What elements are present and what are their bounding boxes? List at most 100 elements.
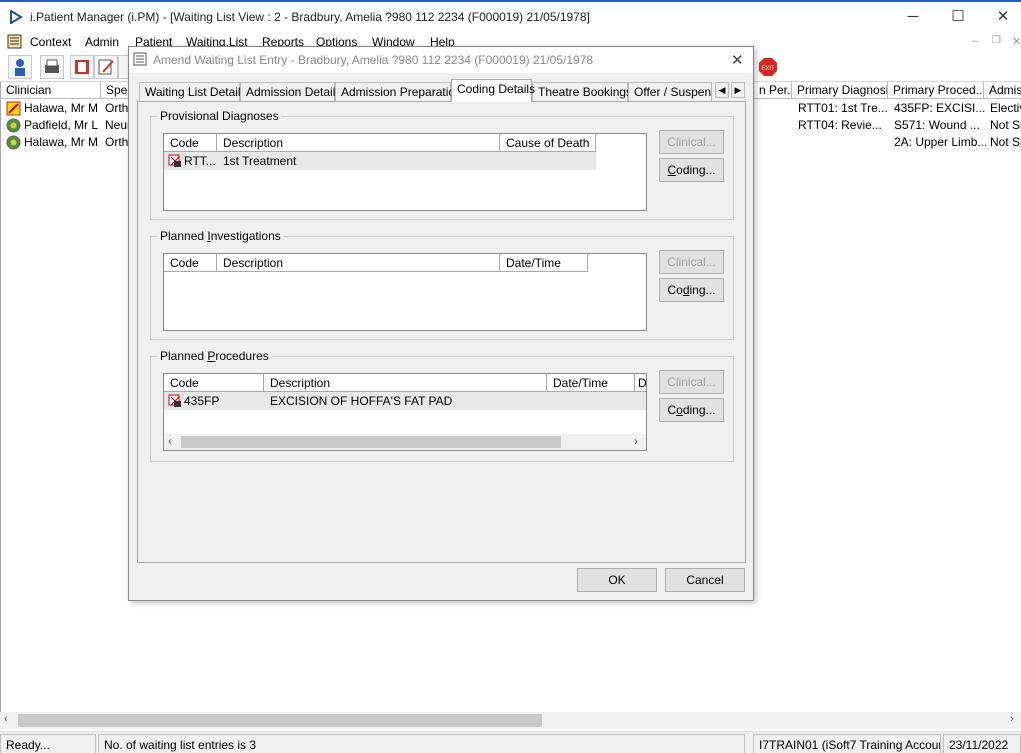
patient-globe-icon	[6, 118, 21, 133]
cell-admiss: Not Sp	[990, 135, 1021, 149]
tab-admission-details[interactable]: Admission Details	[240, 82, 341, 101]
status-ready: Ready...	[0, 734, 96, 753]
cell-procedure: 435FP: EXCISI...	[894, 101, 986, 115]
scroll-thumb[interactable]	[181, 436, 561, 448]
scroll-right-icon[interactable]: ›	[1010, 713, 1014, 725]
mdi-minimize-icon[interactable]: –	[972, 35, 978, 47]
cell-description: 1st Treatment	[223, 154, 297, 168]
provisional-diagnoses-group: Provisional Diagnoses Code Description C…	[150, 109, 734, 220]
planned-investigations-label: Planned Investigations	[157, 229, 284, 243]
cell-clinician: Padfield, Mr L	[24, 118, 99, 132]
planned-investigations-grid: Code Description Date/Time	[163, 253, 647, 331]
table-row[interactable]: RTT... 1st Treatment	[164, 152, 596, 170]
status-bar: Ready... No. of waiting list entries is …	[0, 731, 1021, 753]
cell-procedure: 2A: Upper Limb...	[894, 135, 986, 149]
menu-context[interactable]: Context	[30, 35, 71, 49]
app-logo-icon	[10, 10, 23, 24]
investigations-coding-button[interactable]: Coding...	[659, 278, 724, 302]
col-code[interactable]: Code	[164, 374, 264, 392]
col-date-time[interactable]: Date/Time	[547, 374, 635, 392]
col-description[interactable]: Description	[217, 134, 500, 152]
main-horizontal-scrollbar[interactable]: ‹ ›	[0, 712, 1021, 729]
cell-admiss: Not Sp	[990, 118, 1021, 132]
status-account: I7TRAIN01 (iSoft7 Training Account)	[753, 734, 941, 753]
scroll-left-icon[interactable]: ‹	[168, 434, 172, 448]
cancel-button[interactable]: Cancel	[665, 568, 745, 592]
tab-scroll-left-icon[interactable]: ◀	[715, 82, 729, 98]
tab-waiting-list-details[interactable]: Waiting List Details	[139, 82, 247, 101]
mdi-restore-icon[interactable]: ❐	[992, 35, 1001, 46]
print-icon[interactable]	[40, 55, 64, 79]
provisional-coding-button[interactable]: Coding...	[659, 158, 724, 182]
tab-scroll-right-icon[interactable]: ▶	[731, 82, 745, 98]
cell-code: RTT...	[184, 154, 216, 168]
app-title: i.Patient Manager (i.PM) - [Waiting List…	[30, 10, 590, 24]
tab-offer-suspend[interactable]: Offer / Suspend	[628, 82, 712, 101]
cell-code: 435FP	[184, 394, 220, 408]
tab-theatre-bookings[interactable]: Theatre Bookings	[532, 82, 632, 101]
provisional-diagnoses-grid: Code Description Cause of Death RTT... 1…	[163, 133, 647, 211]
coded-item-icon	[168, 154, 181, 167]
col-cause-of-death[interactable]: Cause of Death	[500, 134, 596, 152]
col-code[interactable]: Code	[164, 254, 217, 272]
ok-button[interactable]: OK	[577, 568, 657, 592]
planned-procedures-label: Planned Procedures	[157, 349, 272, 363]
close-button[interactable]: ✕	[980, 2, 1021, 32]
table-row[interactable]: 435FP EXCISION OF HOFFA'S FAT PAD	[164, 392, 646, 410]
book-icon[interactable]	[70, 55, 94, 79]
cell-procedure: S571: Wound ...	[894, 118, 980, 132]
exit-icon[interactable]: EXIT	[758, 57, 778, 80]
app-title-bar: i.Patient Manager (i.PM) - [Waiting List…	[0, 0, 1021, 32]
cell-admiss: Electiv	[990, 101, 1021, 115]
coded-item-icon	[168, 394, 181, 407]
cell-clinician: Halawa, Mr M	[24, 101, 99, 115]
col-clinician[interactable]: Clinician	[1, 82, 101, 99]
col-admiss[interactable]: Admiss	[984, 82, 1021, 99]
planned-procedures-grid: Code Description Date/Time D 435FP EXCIS…	[163, 373, 647, 451]
tab-strip: Waiting List Details Admission Details A…	[139, 79, 747, 102]
status-count: No. of waiting list entries is 3	[98, 734, 745, 753]
col-primary-procedure[interactable]: Primary Proced...	[888, 82, 984, 99]
dialog-icon	[133, 52, 147, 66]
patient-globe-icon	[6, 135, 21, 150]
dialog-close-icon[interactable]: ✕	[731, 51, 744, 69]
scroll-right-icon[interactable]: ›	[634, 434, 638, 448]
col-d[interactable]: D	[635, 374, 646, 392]
mdi-close-icon[interactable]: ✕	[1012, 35, 1021, 48]
patient-status-icon	[6, 101, 21, 116]
col-primary-diagnosis[interactable]: Primary Diagnosis	[792, 82, 888, 99]
col-code[interactable]: Code	[164, 134, 217, 152]
col-date-time[interactable]: Date/Time	[500, 254, 588, 272]
provisional-diagnoses-label: Provisional Diagnoses	[157, 109, 282, 123]
amend-waiting-list-dialog: Amend Waiting List Entry - Bradbury, Ame…	[128, 46, 754, 601]
cell-diagnosis: RTT01: 1st Tre...	[798, 101, 888, 115]
procedures-coding-button[interactable]: Coding...	[659, 398, 724, 422]
planned-investigations-group: Planned Investigations Code Description …	[150, 229, 734, 340]
col-description[interactable]: Description	[217, 254, 500, 272]
col-per[interactable]: n Per...	[754, 82, 792, 99]
status-date: 23/11/2022	[943, 734, 1021, 753]
svg-text:EXIT: EXIT	[761, 66, 775, 72]
edit-note-icon[interactable]	[94, 55, 118, 79]
procedures-horizontal-scrollbar[interactable]: ‹ ›	[164, 434, 646, 450]
patient-search-icon[interactable]	[8, 55, 32, 79]
minimize-button[interactable]: ─	[890, 2, 936, 32]
tab-coding-details[interactable]: Coding Details	[451, 79, 535, 102]
context-menu-icon[interactable]	[7, 34, 22, 49]
cell-diagnosis: RTT04: Revie...	[798, 118, 882, 132]
maximize-button[interactable]: ☐	[935, 2, 981, 32]
scroll-thumb[interactable]	[18, 714, 542, 727]
coding-details-panel: Provisional Diagnoses Code Description C…	[137, 101, 746, 563]
dialog-title-bar: Amend Waiting List Entry - Bradbury, Ame…	[129, 47, 753, 73]
menu-admin[interactable]: Admin	[85, 35, 119, 49]
col-description[interactable]: Description	[264, 374, 547, 392]
procedures-clinical-button[interactable]: Clinical...	[659, 370, 724, 394]
scroll-left-icon[interactable]: ‹	[4, 713, 8, 725]
cell-description: EXCISION OF HOFFA'S FAT PAD	[270, 394, 453, 408]
provisional-clinical-button[interactable]: Clinical...	[659, 130, 724, 154]
cell-clinician: Halawa, Mr M	[24, 135, 99, 149]
planned-procedures-group: Planned Procedures Code Description Date…	[150, 349, 734, 462]
investigations-clinical-button[interactable]: Clinical...	[659, 250, 724, 274]
tab-admission-preparation[interactable]: Admission Preparation	[335, 82, 462, 101]
dialog-title: Amend Waiting List Entry - Bradbury, Ame…	[153, 53, 594, 67]
